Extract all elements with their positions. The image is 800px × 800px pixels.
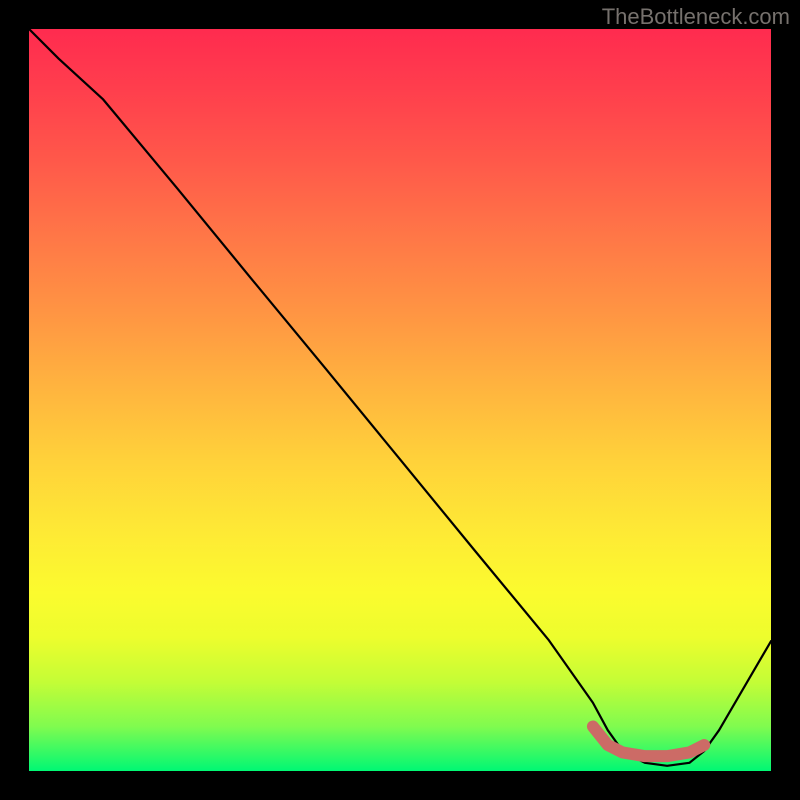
attribution-label: TheBottleneck.com	[602, 4, 790, 30]
performance-curve	[29, 29, 771, 766]
chart-container: TheBottleneck.com	[0, 0, 800, 800]
chart-overlay	[29, 29, 771, 771]
plot-area	[29, 29, 771, 771]
